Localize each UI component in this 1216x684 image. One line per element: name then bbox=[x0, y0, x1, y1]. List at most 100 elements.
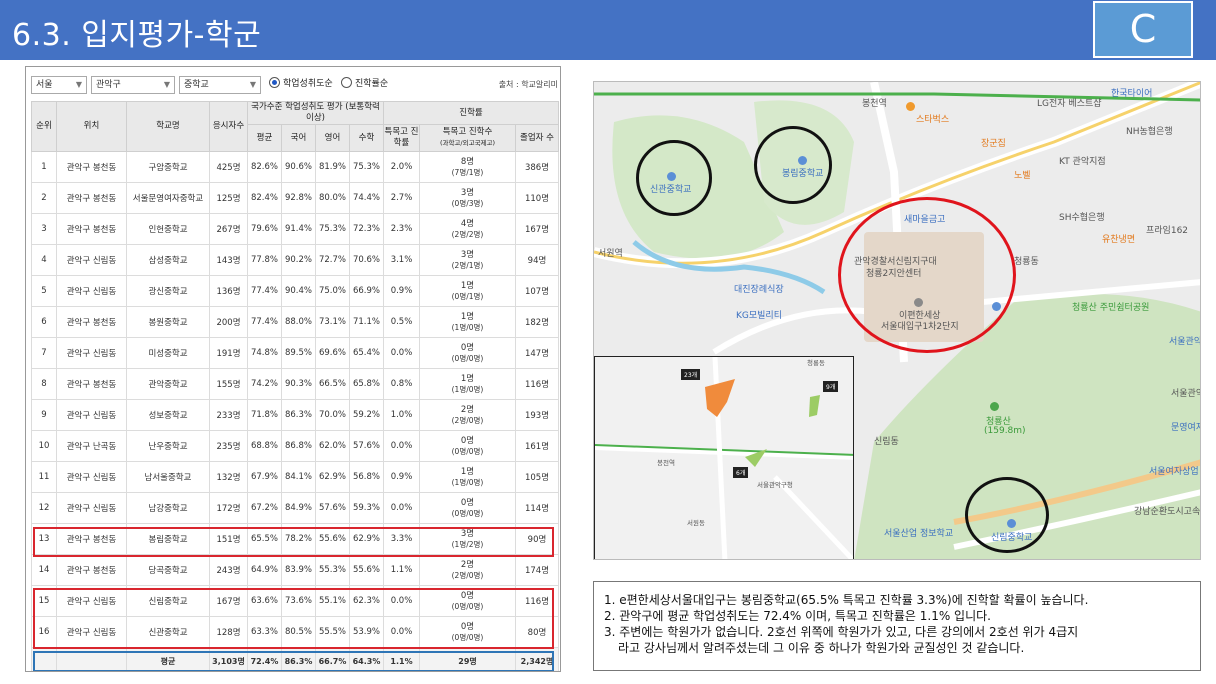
cell-students: 200명 bbox=[209, 306, 248, 338]
cell-school: 인헌중학교 bbox=[126, 213, 210, 245]
radio-admission[interactable]: 진학률순 bbox=[341, 77, 388, 91]
header-english: 영어 bbox=[315, 124, 350, 152]
cell-korean: 84.9% bbox=[281, 492, 316, 524]
cell-korean: 88.0% bbox=[281, 306, 316, 338]
table-row: 8 관악구 봉천동 관악중학교 155명 74.2% 90.3% 66.5% 65.8% 0.8… bbox=[31, 368, 559, 400]
cell-korean: 86.8% bbox=[281, 430, 316, 462]
special-count-breakdown: (7명/1명) bbox=[451, 167, 484, 177]
cell-special-count: 0명 (0명/0명) bbox=[419, 337, 516, 369]
cell-english: 75.0% bbox=[315, 275, 350, 307]
cell-avg: 67.2% bbox=[247, 492, 282, 524]
cell-school: 관악중학교 bbox=[126, 368, 210, 400]
cell-rank: 14 bbox=[31, 554, 57, 586]
cell-avg: 64.9% bbox=[247, 554, 282, 586]
cell-location: 관악구 신림동 bbox=[56, 337, 127, 369]
cell-rank: 6 bbox=[31, 306, 57, 338]
chevron-down-icon: ▼ bbox=[75, 80, 82, 89]
sillim-school-circle bbox=[965, 477, 1049, 553]
cell-english: 55.6% bbox=[315, 523, 350, 555]
cell-special-count: 0명 (0명/0명) bbox=[419, 616, 516, 648]
bongrim-school-circle bbox=[754, 126, 832, 204]
location-map[interactable]: 봉천역 스타벅스 한국타이어 LG전자 베스트샵 NH농협은행 장군집 KT 관… bbox=[593, 81, 1201, 560]
special-count-breakdown: (0명/0명) bbox=[451, 353, 484, 363]
special-count-total: 3명 bbox=[460, 187, 475, 198]
cell-students: 125명 bbox=[209, 182, 248, 214]
police-label: 서울관악 경찰서 bbox=[1171, 389, 1201, 399]
cell-english: 55.5% bbox=[315, 616, 350, 648]
radio-achievement[interactable]: 학업성취도순 bbox=[269, 77, 333, 91]
cell-rank: 12 bbox=[31, 492, 57, 524]
special-count-breakdown: (2명/1명) bbox=[451, 260, 484, 270]
info-school-label: 서울산업 정보학교 bbox=[884, 529, 954, 539]
cell-school: 미성중학교 bbox=[126, 337, 210, 369]
cell-avg: 67.9% bbox=[247, 461, 282, 493]
district-select[interactable]: 관악구 ▼ bbox=[91, 76, 175, 94]
cell-math: 66.9% bbox=[349, 275, 384, 307]
cell-school: 구암중학교 bbox=[126, 151, 210, 183]
cell-special-rate: 2.3% bbox=[383, 213, 420, 245]
cell-special-rate: 0.0% bbox=[383, 337, 420, 369]
special-count-breakdown: (1명/0명) bbox=[451, 477, 484, 487]
academy-count-9: 9개 bbox=[823, 381, 839, 392]
cell-korean: 86.3% bbox=[281, 399, 316, 431]
special-count-breakdown: (0명/0명) bbox=[451, 508, 484, 518]
mountain-pin-icon bbox=[990, 402, 999, 411]
special-count-breakdown: (1명/0명) bbox=[451, 322, 484, 332]
cell-korean: 89.5% bbox=[281, 337, 316, 369]
cell-location: 관악구 봉천동 bbox=[56, 554, 127, 586]
cell-english: 70.0% bbox=[315, 399, 350, 431]
special-count-total: 0명 bbox=[460, 497, 475, 508]
cell-graduates: 193명 bbox=[515, 399, 559, 431]
header-school: 학교명 bbox=[126, 101, 210, 152]
nh-bank-label: NH농협은행 bbox=[1126, 127, 1173, 137]
cell-special-rate: 0.9% bbox=[383, 275, 420, 307]
cell-math: 70.6% bbox=[349, 244, 384, 276]
cell-rank: 4 bbox=[31, 244, 57, 276]
special-count-breakdown: (0명/1명) bbox=[451, 291, 484, 301]
cell-location: 관악구 봉천동 bbox=[56, 182, 127, 214]
footer-empty bbox=[56, 647, 127, 671]
cell-avg: 68.8% bbox=[247, 430, 282, 462]
cheongnyong-dong-label: 청룡동 bbox=[1014, 257, 1039, 267]
cell-english: 69.6% bbox=[315, 337, 350, 369]
cell-math: 72.3% bbox=[349, 213, 384, 245]
district-select-value: 관악구 bbox=[96, 80, 121, 90]
girls-commerce-label: 서울여자상업 고등학교 bbox=[1149, 467, 1200, 477]
cafe-pin-icon bbox=[906, 102, 915, 111]
special-count-breakdown: (1명/0명) bbox=[451, 384, 484, 394]
cell-english: 66.5% bbox=[315, 368, 350, 400]
cell-special-rate: 3.1% bbox=[383, 244, 420, 276]
source-note: 출처 : 학교알리미 bbox=[498, 80, 558, 89]
cell-special-count: 3명 (1명/2명) bbox=[419, 523, 516, 555]
inset-office-label: 서울관악구청 bbox=[757, 481, 793, 489]
cell-rank: 11 bbox=[31, 461, 57, 493]
cell-korean: 92.8% bbox=[281, 182, 316, 214]
cell-korean: 90.4% bbox=[281, 275, 316, 307]
expressway-label: 강남순환도시고속도로 bbox=[1134, 507, 1201, 517]
table-row: 14 관악구 봉천동 당곡중학교 243명 64.9% 83.9% 55.3% 55.6% 1.… bbox=[31, 554, 559, 586]
inset-cheongnyong-label: 청룡동 bbox=[807, 359, 825, 367]
cell-rank: 9 bbox=[31, 399, 57, 431]
level-select[interactable]: 중학교 ▼ bbox=[179, 76, 261, 94]
table-row: 12 관악구 신림동 남강중학교 172명 67.2% 84.9% 57.6% 59.3% 0.… bbox=[31, 492, 559, 524]
cell-korean: 78.2% bbox=[281, 523, 316, 555]
footer-students: 3,103명 bbox=[209, 647, 248, 671]
special-count-total: 3명 bbox=[460, 249, 475, 260]
cell-location: 관악구 신림동 bbox=[56, 616, 127, 648]
cell-location: 관악구 봉천동 bbox=[56, 368, 127, 400]
footer-label: 평균 bbox=[126, 647, 210, 671]
cell-students: 167명 bbox=[209, 585, 248, 617]
academy-inset-map[interactable]: 23개 9개 6개 봉천역 서울관악구청 청룡동 서원동 bbox=[594, 356, 854, 559]
note-2: 2. 관악구에 평균 학업성취도는 72.4% 이며, 특목고 진학률은 1.1… bbox=[604, 609, 991, 623]
cell-math: 71.1% bbox=[349, 306, 384, 338]
cell-school: 남강중학교 bbox=[126, 492, 210, 524]
header-special-count-sub: (과학고/외고국제고) bbox=[439, 139, 496, 147]
city-select[interactable]: 서울 ▼ bbox=[31, 76, 87, 94]
cell-school: 봉원중학교 bbox=[126, 306, 210, 338]
section-badge: C bbox=[1093, 1, 1193, 58]
cell-english: 55.3% bbox=[315, 554, 350, 586]
table-row: 4 관악구 신림동 삼성중학교 143명 77.8% 90.2% 72.7% 70.6% 3.1… bbox=[31, 244, 559, 276]
cell-rank: 16 bbox=[31, 616, 57, 648]
cell-special-rate: 0.0% bbox=[383, 585, 420, 617]
cell-location: 관악구 봉천동 bbox=[56, 151, 127, 183]
